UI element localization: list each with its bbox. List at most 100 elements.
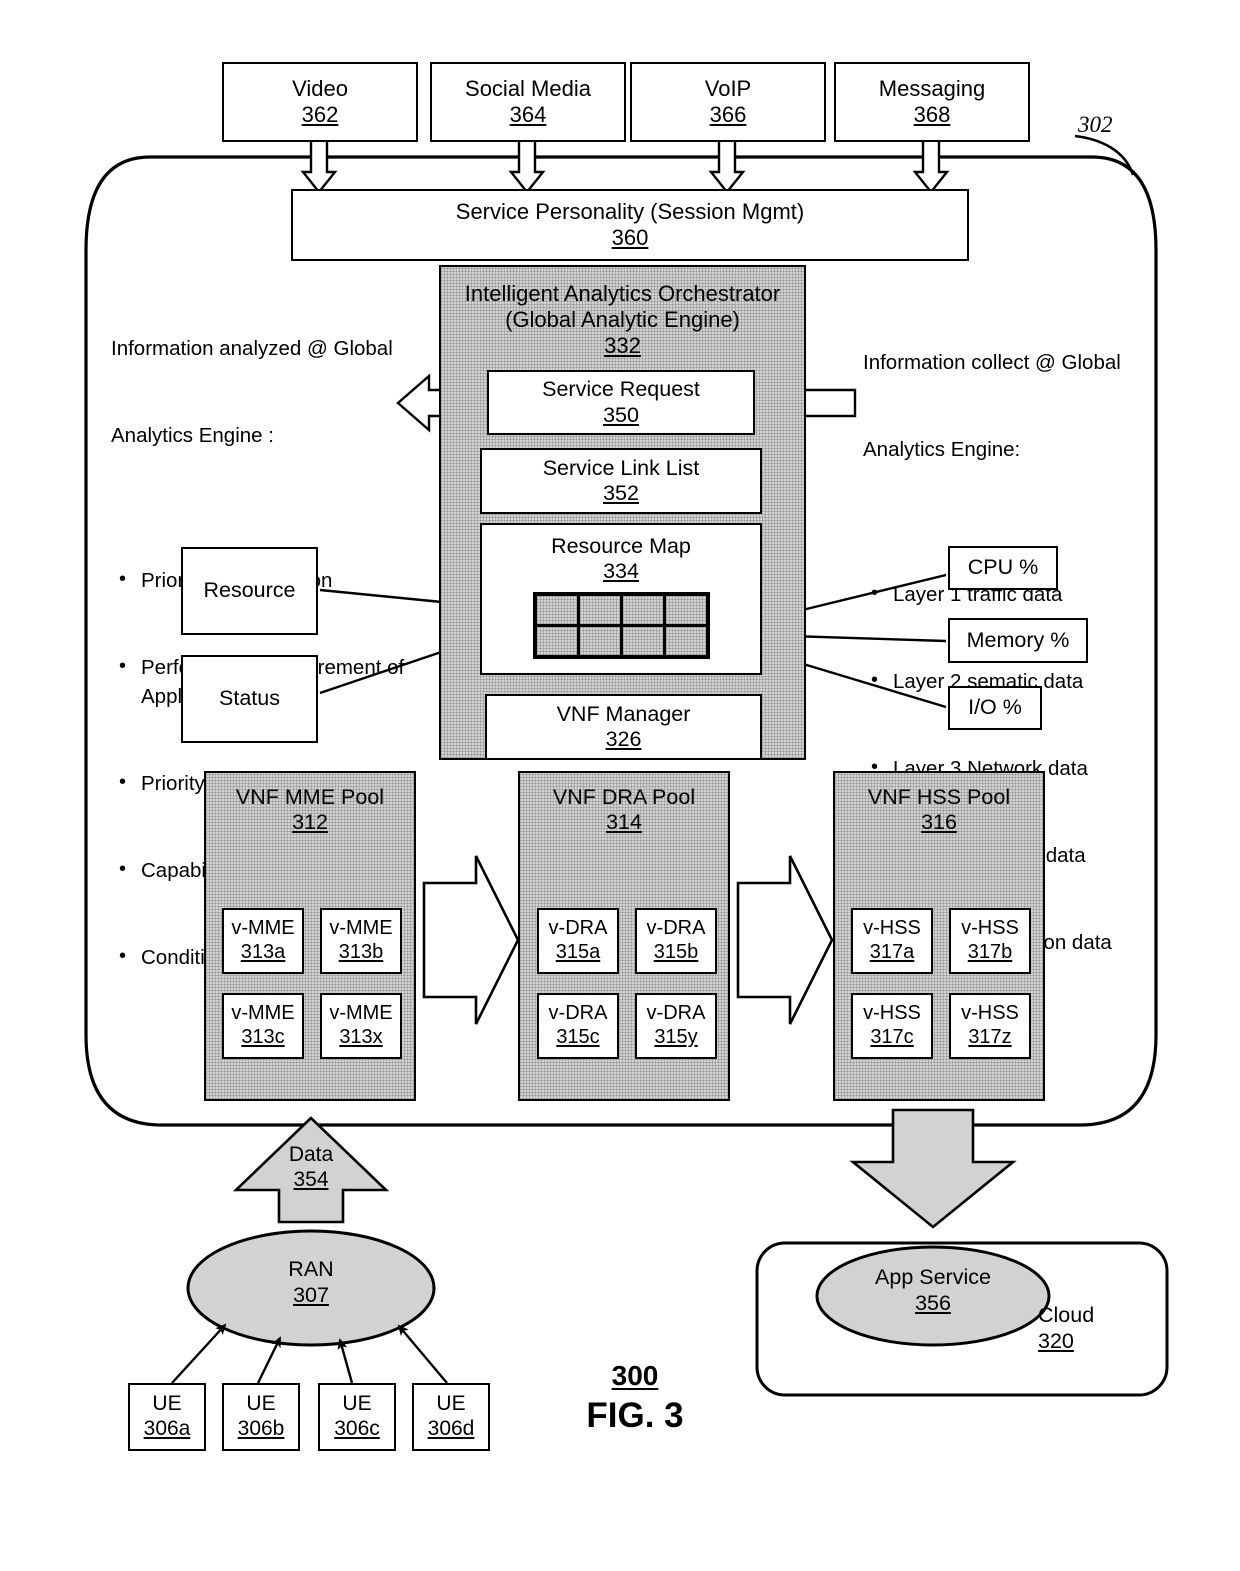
collected-heading-line1: Information collect @ Global [863,351,1121,374]
orchestrator-number: 332 [604,332,641,358]
arrow-mme-to-dra [422,855,520,1025]
app-box-voip[interactable]: VoIP 366 [630,62,826,142]
vnf-node-v-dra-315y[interactable]: v-DRA 315y [635,993,717,1059]
vnf-node-label: v-HSS [863,1002,921,1025]
vnf-node-label: v-DRA [548,917,608,940]
ue-number: 306d [427,1417,475,1440]
resource-map-cell [622,595,663,624]
vnf-node-label: v-HSS [961,1002,1019,1025]
vnf-node-label: v-DRA [646,917,706,940]
app-box-messaging[interactable]: Messaging 368 [834,62,1030,142]
app-box-number: 362 [301,102,339,127]
pool-title: VNF DRA Pool [552,785,696,809]
orchestrator-title-line1: Intelligent Analytics Orchestrator [464,281,781,306]
ue-label: UE [152,1392,182,1416]
vnf-node-number: 317c [870,1026,914,1048]
vnf-node-number: 317z [968,1026,1012,1048]
vnf-node-v-mme-313a[interactable]: v-MME 313a [222,908,304,974]
arrow-social-to-service [508,138,546,194]
ue-number: 306a [143,1417,191,1440]
resource-map-cell [536,595,577,624]
service-link-list-label: Service Link List [542,455,700,480]
figure-number-300: 300 [611,1360,659,1391]
vnf-node-label: v-MME [231,1002,295,1025]
vnf-node-v-dra-315c[interactable]: v-DRA 315c [537,993,619,1059]
vnf-node-number: 313x [339,1026,383,1048]
patent-figure-page: Video 362 Social Media 364 VoIP 366 Mess… [0,0,1240,1571]
figure-caption: FIG. 3 [586,1396,684,1435]
resource-map-box[interactable]: Resource Map 334 [480,523,762,675]
vnf-node-v-dra-315a[interactable]: v-DRA 315a [537,908,619,974]
pool-title: VNF HSS Pool [867,785,1011,809]
vnf-node-number: 315c [556,1026,600,1048]
ue-box-306b[interactable]: UE 306b [222,1383,300,1451]
app-box-label: Messaging [878,76,986,102]
ue-label: UE [436,1392,466,1416]
pool-number: 316 [921,810,957,835]
status-input-box[interactable]: Status [181,655,318,743]
ue-number: 306c [334,1417,380,1440]
service-request-number: 350 [603,402,639,427]
app-box-social-media[interactable]: Social Media 364 [430,62,626,142]
vnf-node-v-hss-317c[interactable]: v-HSS 317c [851,993,933,1059]
vnf-node-v-mme-313c[interactable]: v-MME 313c [222,993,304,1059]
app-box-label: VoIP [704,76,752,102]
cloud-label-group: Cloud 320 [1038,1303,1128,1355]
service-link-list-number: 352 [603,481,639,505]
collected-heading-line2: Analytics Engine: [863,438,1021,461]
resource-map-cell [622,626,663,655]
vnf-node-v-hss-317z[interactable]: v-HSS 317z [949,993,1031,1059]
resource-input-box[interactable]: Resource [181,547,318,635]
arrow-voip-to-service [708,138,746,194]
memory-metric-box[interactable]: Memory % [948,618,1088,663]
vnf-node-number: 315b [653,941,699,963]
ue-label: UE [342,1392,372,1416]
vnf-node-number: 317a [869,941,915,963]
vnf-manager-number: 326 [605,727,642,751]
service-request-box[interactable]: Service Request 350 [487,370,755,435]
vnf-node-label: v-MME [231,917,295,940]
vnf-node-v-mme-313x[interactable]: v-MME 313x [320,993,402,1059]
system-ref-label-302: 302 [1078,112,1113,137]
analyzed-heading-line2: Analytics Engine : [111,424,274,447]
ue-box-306d[interactable]: UE 306d [412,1383,490,1451]
service-personality-label: Service Personality (Session Mgmt) [455,199,805,225]
cpu-metric-box[interactable]: CPU % [948,546,1058,590]
app-box-number: 366 [709,102,747,127]
connector-ue-d-to-ran [397,1324,448,1384]
vnf-node-v-hss-317b[interactable]: v-HSS 317b [949,908,1031,974]
vnf-manager-label: VNF Manager [556,701,691,726]
analyzed-heading-line1: Information analyzed @ Global [111,337,393,360]
vnf-manager-box[interactable]: VNF Manager 326 [485,694,762,760]
io-metric-box[interactable]: I/O % [948,686,1042,730]
resource-map-cell [579,626,620,655]
resource-input-label: Resource [203,578,296,603]
vnf-node-v-dra-315b[interactable]: v-DRA 315b [635,908,717,974]
pool-title: VNF MME Pool [235,785,385,809]
service-link-list-box[interactable]: Service Link List 352 [480,448,762,514]
cloud-down-arrow [849,1108,1017,1229]
orchestrator-title-line2: (Global Analytic Engine) [505,306,740,332]
vnf-node-number: 317b [967,941,1013,963]
app-box-label: Social Media [465,76,591,102]
resource-map-label: Resource Map [551,534,691,558]
app-box-number: 368 [913,102,951,127]
vnf-node-v-hss-317a[interactable]: v-HSS 317a [851,908,933,974]
data-arrow-label-group: Data 354 [271,1142,351,1192]
resource-map-cell [665,595,706,624]
ue-number: 306b [237,1417,285,1440]
vnf-node-label: v-DRA [646,1002,706,1025]
vnf-node-label: v-MME [329,1002,393,1025]
ue-box-306a[interactable]: UE 306a [128,1383,206,1451]
arrow-video-to-service [300,138,338,194]
app-box-video[interactable]: Video 362 [222,62,418,142]
vnf-node-v-mme-313b[interactable]: v-MME 313b [320,908,402,974]
ue-box-306c[interactable]: UE 306c [318,1383,396,1451]
vnf-node-number: 315y [654,1026,698,1048]
io-metric-label: I/O % [968,695,1022,720]
vnf-node-label: v-DRA [548,1002,608,1025]
vnf-node-number: 315a [555,941,601,963]
cloud-number: 320 [1038,1328,1074,1353]
service-personality-box[interactable]: Service Personality (Session Mgmt) 360 [291,189,969,261]
connector-ue-a-to-ran [171,1323,227,1384]
